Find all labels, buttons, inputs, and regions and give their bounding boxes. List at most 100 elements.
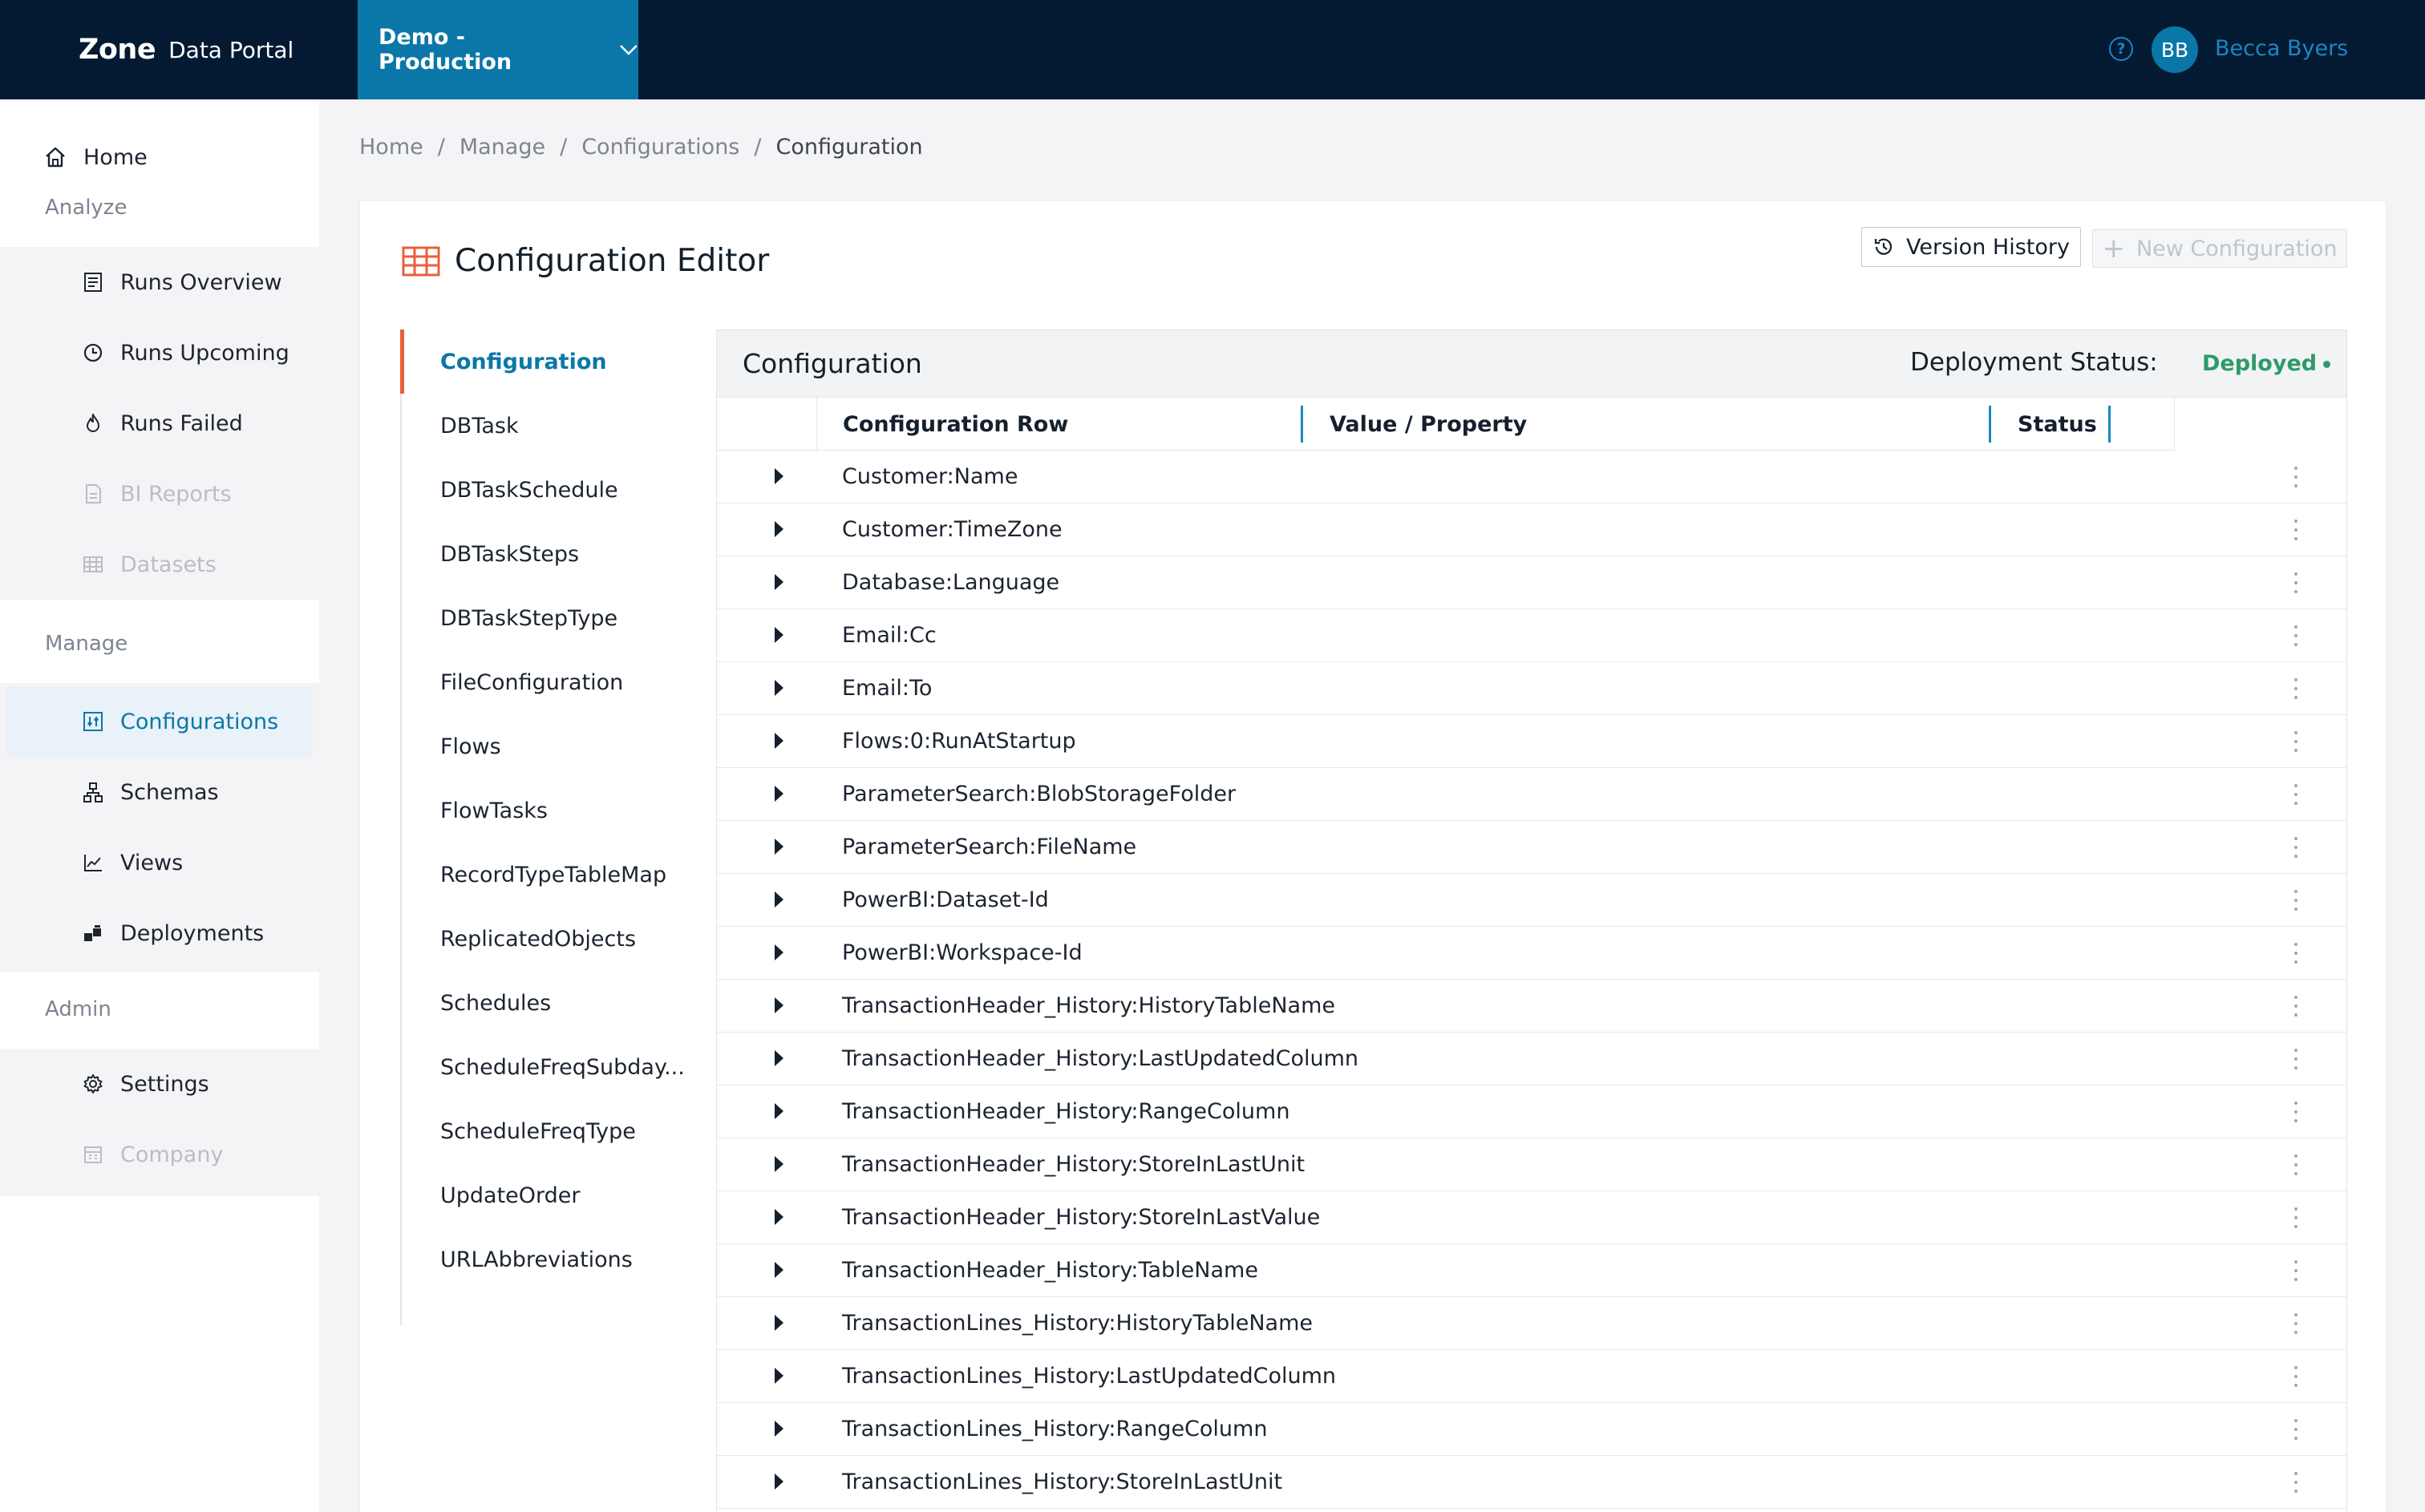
more-options-icon[interactable] (2293, 784, 2298, 805)
table-row[interactable]: Flows:0:RunAtStartup (717, 715, 2346, 768)
sidebar-item-runs-failed[interactable]: Runs Failed (0, 388, 319, 459)
new-configuration-button[interactable]: + New Configuration (2092, 229, 2347, 268)
breadcrumb-manage[interactable]: Manage (459, 135, 545, 160)
column-header-configuration-row[interactable]: Configuration Row (816, 398, 1302, 451)
more-options-icon[interactable] (2293, 943, 2298, 964)
config-nav-item[interactable]: DBTaskSteps (402, 522, 706, 586)
expand-caret-icon[interactable] (775, 627, 783, 643)
config-nav-item[interactable]: ReplicatedObjects (402, 907, 706, 971)
breadcrumb-home[interactable]: Home (359, 135, 423, 160)
more-options-icon[interactable] (2293, 625, 2298, 646)
config-nav-item[interactable]: ScheduleFreqType (402, 1099, 706, 1163)
expand-caret-icon[interactable] (775, 521, 783, 537)
sidebar-item-settings[interactable]: Settings (0, 1049, 319, 1119)
more-options-icon[interactable] (2293, 1419, 2298, 1440)
table-row[interactable]: TransactionLines_History:HistoryTableNam… (717, 1297, 2346, 1350)
table-row[interactable]: Customer:Name (717, 451, 2346, 503)
more-options-icon[interactable] (2293, 1366, 2298, 1387)
table-row[interactable]: TransactionHeader_History:StoreInLastUni… (717, 1138, 2346, 1191)
table-row[interactable]: TransactionLines_History:RangeColumn (717, 1403, 2346, 1456)
expand-caret-icon[interactable] (775, 839, 783, 855)
table-row[interactable]: TransactionHeader_History:HistoryTableNa… (717, 980, 2346, 1033)
table-row[interactable]: PowerBI:Dataset-Id (717, 874, 2346, 927)
app-logo[interactable]: Zone Data Portal (79, 29, 294, 71)
column-header-status[interactable]: Status (1990, 398, 2175, 451)
table-row[interactable]: TransactionHeader_History:TableName (717, 1244, 2346, 1297)
config-nav-item[interactable]: Configuration (400, 329, 705, 394)
sidebar-item-home[interactable]: Home (0, 122, 319, 192)
more-options-icon[interactable] (2293, 519, 2298, 540)
expand-caret-icon[interactable] (775, 468, 783, 484)
expand-caret-icon[interactable] (775, 1474, 783, 1490)
column-resize-handle[interactable] (2108, 406, 2111, 443)
expand-caret-icon[interactable] (775, 997, 783, 1013)
more-options-icon[interactable] (2293, 1049, 2298, 1069)
column-header-value-property[interactable]: Value / Property (1302, 398, 1990, 451)
sidebar-item-views[interactable]: Views (0, 827, 319, 898)
expand-caret-icon[interactable] (775, 891, 783, 908)
config-nav-item[interactable]: Schedules (402, 971, 706, 1035)
expand-caret-icon[interactable] (775, 1050, 783, 1066)
more-options-icon[interactable] (2293, 731, 2298, 752)
more-options-icon[interactable] (2293, 1260, 2298, 1281)
table-row[interactable]: TransactionHeader_History:RangeColumn (717, 1085, 2346, 1138)
sidebar-item-runs-overview[interactable]: Runs Overview (0, 247, 319, 317)
table-row[interactable]: ParameterSearch:BlobStorageFolder (717, 768, 2346, 821)
table-row[interactable]: TransactionLines_History:LastUpdatedColu… (717, 1350, 2346, 1403)
expand-caret-icon[interactable] (775, 1368, 783, 1384)
table-row[interactable]: TransactionHeader_History:LastUpdatedCol… (717, 1033, 2346, 1085)
config-nav-item[interactable]: DBTaskStepType (402, 586, 706, 650)
more-options-icon[interactable] (2293, 1313, 2298, 1334)
config-nav-item[interactable]: UpdateOrder (402, 1163, 706, 1227)
config-nav-item[interactable]: DBTaskSchedule (402, 458, 706, 522)
expand-caret-icon[interactable] (775, 944, 783, 960)
expand-caret-icon[interactable] (775, 1421, 783, 1437)
table-row[interactable]: Email:To (717, 662, 2346, 715)
more-options-icon[interactable] (2293, 1472, 2298, 1493)
table-row[interactable]: TransactionLines_History:StoreInLastUnit (717, 1456, 2346, 1509)
sidebar-item-configurations[interactable]: Configurations (6, 686, 313, 757)
more-options-icon[interactable] (2293, 678, 2298, 699)
expand-caret-icon[interactable] (775, 574, 783, 590)
version-history-button[interactable]: Version History (1861, 227, 2081, 267)
expand-caret-icon[interactable] (775, 786, 783, 802)
expand-caret-icon[interactable] (775, 1262, 783, 1278)
config-nav-item[interactable]: DBTask (402, 394, 706, 458)
config-nav-item[interactable]: URLAbbreviations (402, 1227, 706, 1292)
expand-caret-icon[interactable] (775, 733, 783, 749)
sidebar-item-deployments[interactable]: Deployments (0, 898, 319, 968)
more-options-icon[interactable] (2293, 572, 2298, 593)
environment-selector[interactable]: Demo - Production (358, 0, 638, 99)
table-row[interactable]: TransactionHeader_History:StoreInLastVal… (717, 1191, 2346, 1244)
expand-caret-icon[interactable] (775, 1156, 783, 1172)
sidebar-item-schemas[interactable]: Schemas (0, 757, 319, 827)
table-row[interactable]: Customer:TimeZone (717, 503, 2346, 556)
more-options-icon[interactable] (2293, 1102, 2298, 1122)
config-nav-item[interactable]: Flows (402, 714, 706, 778)
more-options-icon[interactable] (2293, 996, 2298, 1017)
sidebar-item-datasets[interactable]: Datasets (0, 529, 319, 600)
config-nav-item[interactable]: RecordTypeTableMap (402, 843, 706, 907)
expand-caret-icon[interactable] (775, 1315, 783, 1331)
table-row[interactable]: PowerBI:Workspace-Id (717, 927, 2346, 980)
table-row[interactable]: Email:Cc (717, 609, 2346, 662)
config-nav-item[interactable]: ScheduleFreqSubday... (402, 1035, 706, 1099)
config-nav-item[interactable]: FlowTasks (402, 778, 706, 843)
more-options-icon[interactable] (2293, 837, 2298, 858)
more-options-icon[interactable] (2293, 467, 2298, 487)
breadcrumb-configurations[interactable]: Configurations (581, 135, 739, 160)
sidebar-item-runs-upcoming[interactable]: Runs Upcoming (0, 317, 319, 388)
more-options-icon[interactable] (2293, 1154, 2298, 1175)
user-name[interactable]: Becca Byers (2215, 32, 2348, 66)
sidebar-item-company[interactable]: Company (0, 1119, 319, 1190)
more-options-icon[interactable] (2293, 1207, 2298, 1228)
expand-caret-icon[interactable] (775, 1209, 783, 1225)
more-options-icon[interactable] (2293, 890, 2298, 911)
expand-caret-icon[interactable] (775, 680, 783, 696)
config-nav-item[interactable]: FileConfiguration (402, 650, 706, 714)
expand-caret-icon[interactable] (775, 1103, 783, 1119)
sidebar-item-bi-reports[interactable]: BI Reports (0, 459, 319, 529)
table-row[interactable]: Database:Language (717, 556, 2346, 609)
avatar[interactable]: BB (2152, 26, 2198, 73)
table-row[interactable]: ParameterSearch:FileName (717, 821, 2346, 874)
